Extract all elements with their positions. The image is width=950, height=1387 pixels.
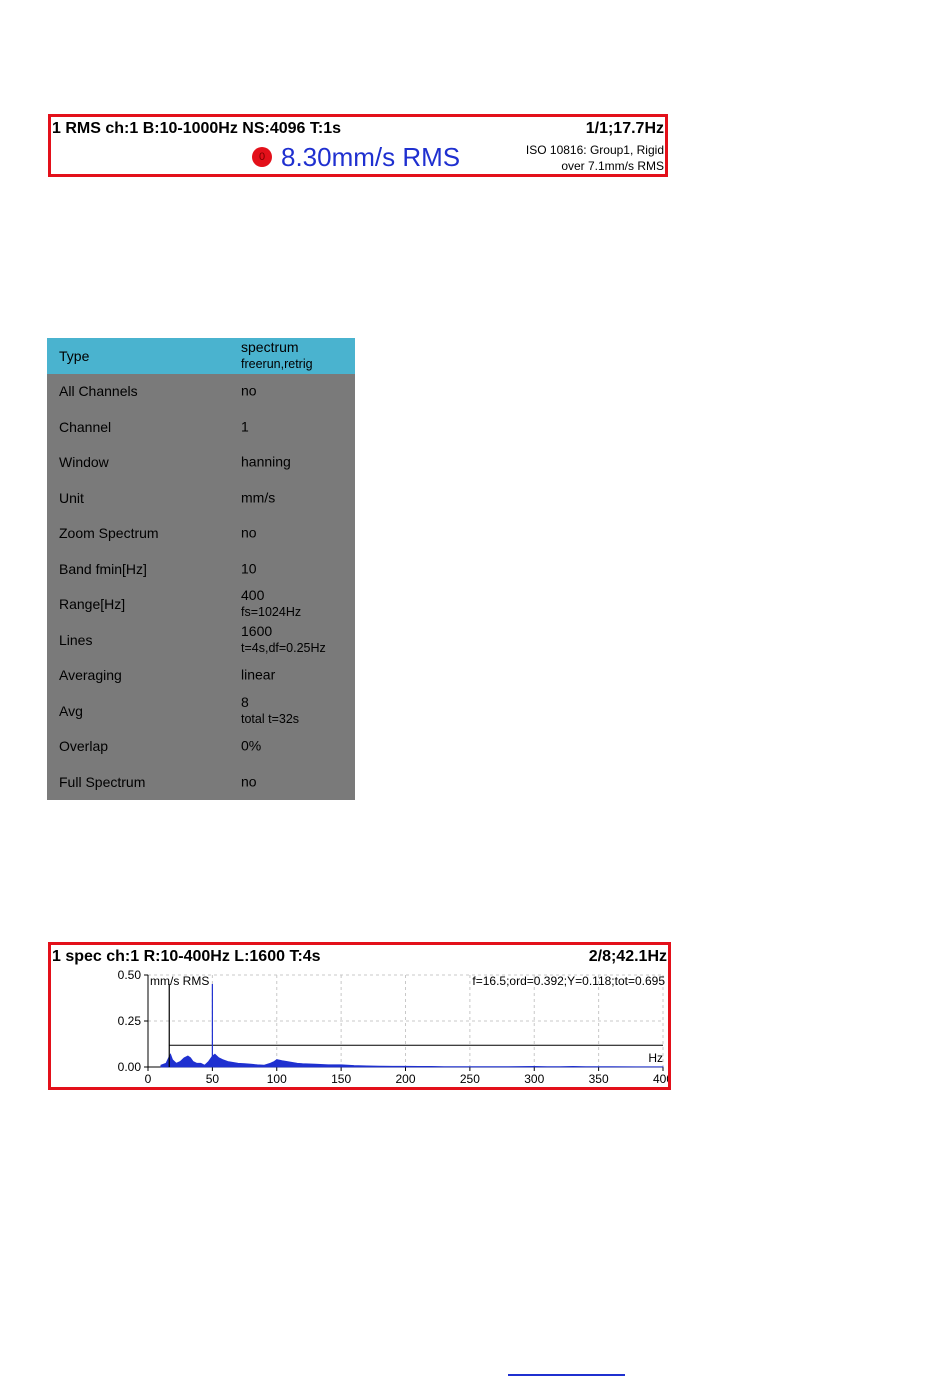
settings-label: Window xyxy=(59,454,109,471)
settings-value-sub: total t=32s xyxy=(241,711,300,726)
settings-value: no xyxy=(241,383,257,400)
settings-value-sub: t=4s,df=0.25Hz xyxy=(241,640,326,655)
settings-value: spectrum freerun,retrig xyxy=(241,339,313,373)
settings-value-main: no xyxy=(241,524,257,541)
settings-row[interactable]: Full Spectrum no xyxy=(47,764,355,800)
settings-label: Lines xyxy=(59,631,93,648)
footer-link-underline[interactable] xyxy=(508,1374,625,1376)
settings-label: Band fmin[Hz] xyxy=(59,560,147,577)
settings-value-main: 1 xyxy=(241,418,249,435)
settings-label: Overlap xyxy=(59,738,109,755)
cursor-readout: f=16.5;ord=0.392;Y=0.118;tot=0.695 xyxy=(472,974,665,988)
settings-value: no xyxy=(241,773,257,790)
x-tick-label: 200 xyxy=(395,1072,415,1086)
settings-row[interactable]: Window hanning xyxy=(47,445,355,481)
settings-value: 10 xyxy=(241,560,257,577)
settings-table: Type spectrum freerun,retrig All Channels no… xyxy=(47,338,355,800)
settings-value: 1 xyxy=(241,418,249,435)
settings-label: Unit xyxy=(59,489,84,506)
settings-label: Full Spectrum xyxy=(59,773,146,790)
settings-value-main: linear xyxy=(241,666,276,683)
rms-position: 1/1;17.7Hz xyxy=(585,120,664,137)
settings-value-main: mm/s xyxy=(241,489,276,506)
settings-value: linear xyxy=(241,667,275,684)
x-tick-label: 100 xyxy=(267,1072,287,1086)
settings-label: All Channels xyxy=(59,383,138,400)
settings-label: Avg xyxy=(59,702,83,719)
settings-label: Zoom Spectrum xyxy=(59,525,159,542)
y-tick-label: 0.50 xyxy=(118,968,142,982)
settings-row[interactable]: Overlap 0% xyxy=(47,729,355,765)
settings-value: 0% xyxy=(241,738,261,755)
settings-label: Range[Hz] xyxy=(59,596,126,613)
rms-panel[interactable]: 1 RMS ch:1 B:10-1000Hz NS:4096 T:1s 1/1;… xyxy=(48,114,668,177)
settings-value-main: 8 xyxy=(241,693,249,710)
settings-row[interactable]: Zoom Spectrum no xyxy=(47,516,355,552)
settings-row[interactable]: Avg 8 total t=32s xyxy=(47,693,355,729)
alarm-led-icon: 0 xyxy=(252,147,272,167)
settings-value: 400 fs=1024Hz xyxy=(241,587,301,621)
settings-value-sub: fs=1024Hz xyxy=(241,605,302,620)
unit-label: mm/s RMS xyxy=(150,974,209,988)
x-tick-label: 250 xyxy=(460,1072,480,1086)
settings-value-main: 0% xyxy=(241,737,262,754)
settings-label: Averaging xyxy=(59,667,122,684)
settings-value: mm/s xyxy=(241,489,275,506)
x-tick-label: 350 xyxy=(589,1072,609,1086)
x-tick-label: 150 xyxy=(331,1072,351,1086)
settings-row[interactable]: Averaging linear xyxy=(47,658,355,694)
settings-label: Type xyxy=(59,347,90,364)
settings-value: no xyxy=(241,525,257,542)
spectrum-panel[interactable]: 1 spec ch:1 R:10-400Hz L:1600 T:4s 2/8;4… xyxy=(48,942,671,1090)
settings-row[interactable]: Channel 1 xyxy=(47,409,355,445)
x-tick-label: 400 xyxy=(653,1072,668,1086)
x-tick-label: 300 xyxy=(524,1072,544,1086)
settings-value-main: no xyxy=(241,773,257,790)
rms-title: 1 RMS ch:1 B:10-1000Hz NS:4096 T:1s xyxy=(52,120,342,137)
y-tick-label: 0.25 xyxy=(118,1014,142,1028)
settings-value: 1600 t=4s,df=0.25Hz xyxy=(241,623,326,657)
spectrum-series xyxy=(160,1053,664,1068)
settings-value: 8 total t=32s xyxy=(241,694,299,728)
settings-label: Channel xyxy=(59,418,112,435)
y-tick-label: 0.00 xyxy=(118,1060,142,1074)
settings-value-main: 1600 xyxy=(241,622,273,639)
settings-value-main: spectrum xyxy=(241,338,299,355)
settings-row[interactable]: Type spectrum freerun,retrig xyxy=(47,338,355,374)
settings-value-main: no xyxy=(241,382,257,399)
settings-row[interactable]: Unit mm/s xyxy=(47,480,355,516)
settings-row[interactable]: Band fmin[Hz] 10 xyxy=(47,551,355,587)
settings-value-main: 400 xyxy=(241,587,265,604)
x-unit-label: Hz xyxy=(648,1051,663,1065)
settings-row[interactable]: Lines 1600 t=4s,df=0.25Hz xyxy=(47,622,355,658)
iso-status: ISO 10816: Group1, Rigid over 7.1mm/s RM… xyxy=(526,142,664,174)
iso-line-2: over 7.1mm/s RMS xyxy=(561,159,664,173)
settings-value-main: hanning xyxy=(241,453,291,470)
iso-line-1: ISO 10816: Group1, Rigid xyxy=(525,143,664,157)
x-tick-label: 50 xyxy=(206,1072,220,1086)
settings-row[interactable]: All Channels no xyxy=(47,374,355,410)
x-tick-label: 0 xyxy=(145,1072,152,1086)
spectrum-chart[interactable]: 0 50 100 150 200 250 300 350 400 0.50 0.25 0.00 mm/s… xyxy=(51,945,668,1087)
settings-value-main: 10 xyxy=(241,560,257,577)
rms-value: 8.30mm/s RMS xyxy=(281,142,461,172)
settings-value-sub: freerun,retrig xyxy=(241,356,313,371)
settings-row[interactable]: Range[Hz] 400 fs=1024Hz xyxy=(47,587,355,623)
settings-value: hanning xyxy=(241,454,291,471)
